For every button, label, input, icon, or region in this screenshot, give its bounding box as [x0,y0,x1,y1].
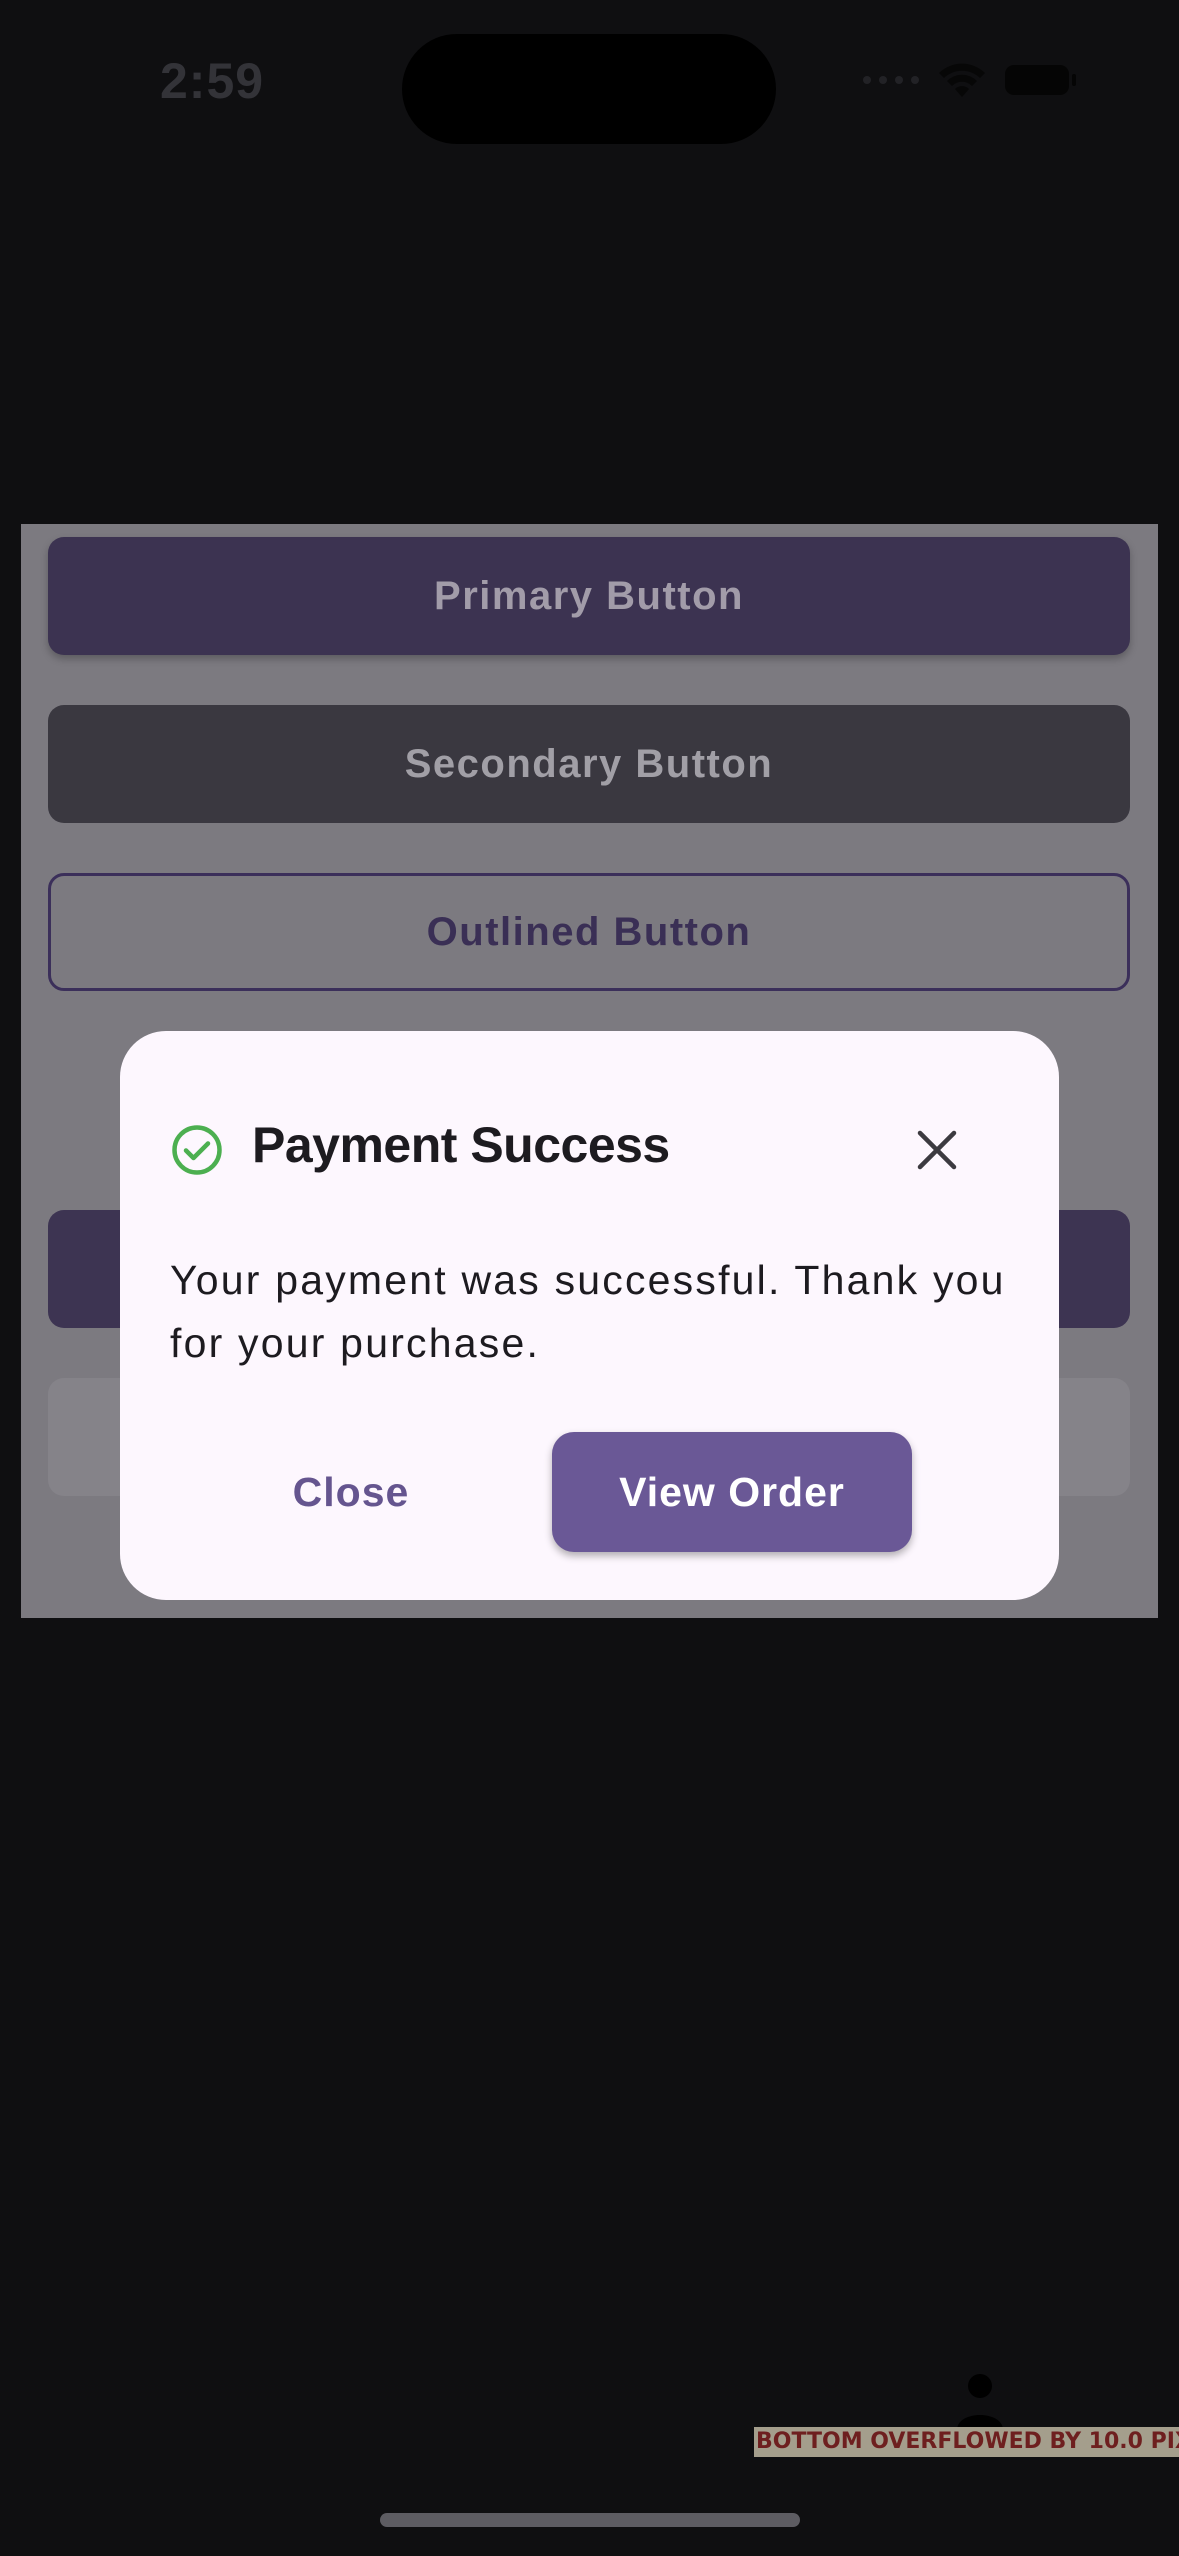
outlined-button[interactable]: Outlined Button [48,873,1130,991]
dialog-actions: Close View Order [120,1432,1059,1552]
secondary-button[interactable]: Secondary Button [48,705,1130,823]
dialog-title: Payment Success [252,1117,670,1173]
view-order-button[interactable]: View Order [552,1432,912,1552]
overflow-warning-banner: BOTTOM OVERFLOWED BY 10.0 PIXELS [754,2427,1179,2457]
person-icon [957,2374,1003,2430]
check-circle-icon [172,1125,222,1175]
dialog-message: Your payment was successful. Thank you f… [170,1257,1006,1366]
status-icons [863,60,1076,100]
wifi-icon [939,63,985,97]
payment-success-dialog: Payment Success Your payment was success… [120,1031,1059,1600]
home-indicator[interactable] [380,2513,800,2527]
signal-icon [863,76,919,84]
battery-icon [1005,65,1076,95]
status-time: 2:59 [160,53,265,109]
close-icon[interactable] [916,1129,958,1171]
dynamic-island [402,34,776,144]
primary-button[interactable]: Primary Button [48,537,1130,655]
close-button[interactable]: Close [240,1432,462,1552]
